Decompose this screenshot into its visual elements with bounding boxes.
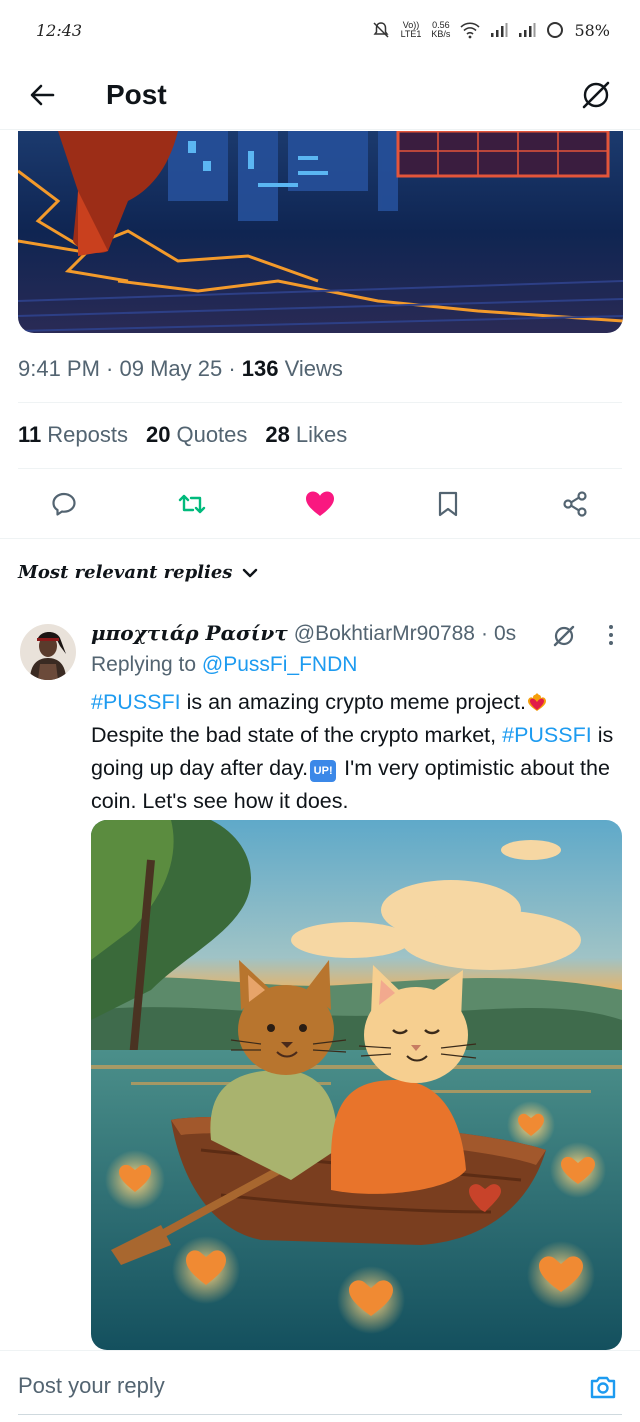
post-date: 09 May 25: [119, 356, 223, 381]
reply-text-part: is an amazing crypto meme project.: [180, 690, 526, 714]
reply-icon: [52, 492, 76, 516]
reply-text-part: Despite the bad state of the crypto mark…: [91, 723, 503, 747]
replying-prefix: Replying to: [91, 653, 197, 676]
composer-underline: [18, 1414, 622, 1415]
wifi-icon: [460, 22, 481, 39]
replying-to-link[interactable]: @PussFi_FNDN: [202, 653, 358, 676]
divider: [0, 538, 640, 539]
post-meta: 9:41 PM · 09 May 25 · 136 Views: [18, 356, 343, 381]
share-button[interactable]: [559, 488, 591, 520]
chevron-down-icon: [243, 568, 258, 577]
views-label: Views: [284, 356, 343, 381]
bookmark-icon: [438, 491, 458, 517]
quotes-label: Quotes: [176, 422, 248, 447]
reply-composer: [0, 1350, 640, 1422]
hashtag-link[interactable]: #PUSSFI: [91, 690, 181, 714]
repost-button[interactable]: [176, 488, 208, 520]
reply-time: 0s: [494, 622, 517, 645]
camera-icon[interactable]: [588, 1372, 618, 1402]
hashtag-link[interactable]: #PUSSFI: [502, 723, 592, 747]
lte-label: LTE1: [400, 29, 422, 39]
separator-dot: ·: [481, 622, 488, 645]
up-emoji-icon: UP!: [310, 760, 337, 782]
replies-sort-dropdown[interactable]: Most relevant replies: [18, 562, 258, 583]
quotes-stat[interactable]: 20 Quotes: [146, 422, 247, 448]
avatar-image: [20, 624, 76, 680]
share-icon: [563, 491, 587, 517]
quotes-count: 20: [145, 422, 171, 447]
post-stats: 11 Reposts 20 Quotes 28 Likes: [18, 422, 347, 448]
views-count: 136: [241, 356, 279, 381]
reposts-label: Reposts: [47, 422, 128, 447]
arrow-left-icon: [30, 84, 55, 105]
more-options-icon[interactable]: [604, 622, 618, 648]
city-lightning-illustration: [18, 131, 623, 333]
speed-unit: KB/s: [431, 29, 451, 39]
volte-indicator: Vo)) LTE1: [401, 21, 422, 39]
signal-icon: [491, 23, 508, 37]
top-app-bar: Post: [0, 60, 640, 130]
status-bar: 12:43 Vo)) LTE1 0.56 KB/s 58%: [0, 0, 640, 60]
repost-icon: [178, 494, 206, 514]
reply-author-handle[interactable]: @BokhtiarMr90788: [294, 622, 475, 646]
status-icons: Vo)) LTE1 0.56 KB/s 58%: [371, 20, 610, 40]
mute-bell-icon: [373, 22, 389, 38]
post-time: 9:41 PM: [18, 356, 100, 381]
reply-input[interactable]: [18, 1373, 518, 1399]
grok-icon[interactable]: [578, 77, 614, 113]
bookmark-button[interactable]: [432, 488, 464, 520]
battery-ring-icon: [547, 22, 564, 38]
avatar[interactable]: [20, 624, 76, 680]
net-speed: 0.56 KB/s: [431, 21, 450, 39]
battery-percent: 58%: [574, 20, 610, 40]
signal-icon: [519, 23, 536, 37]
reply-header: μποχτιάρ Ρασίντ @BokhtiarMr90788 · 0s: [91, 621, 516, 646]
reply-media-image[interactable]: [91, 820, 622, 1350]
page-title: Post: [106, 78, 167, 110]
reposts-stat[interactable]: 11 Reposts: [18, 422, 128, 448]
likes-count: 28: [265, 422, 290, 447]
replying-to: Replying to @PussFi_FNDN: [91, 653, 357, 677]
post-media-image[interactable]: [18, 131, 623, 333]
heart-filled-icon: [306, 491, 334, 516]
like-button[interactable]: [304, 488, 336, 520]
status-time: 12:43: [36, 20, 83, 40]
cats-boat-illustration: [91, 820, 622, 1350]
reply-text: #PUSSFI is an amazing crypto meme projec…: [91, 686, 621, 818]
heart-on-fire-emoji-icon: [527, 693, 546, 711]
reply-button[interactable]: [48, 488, 80, 520]
grok-icon[interactable]: [550, 622, 578, 650]
likes-stat[interactable]: 28 Likes: [265, 422, 347, 448]
sort-label: Most relevant replies: [18, 562, 233, 583]
reply-author-name[interactable]: μποχτιάρ Ρασίντ: [91, 621, 288, 645]
back-button[interactable]: [22, 75, 62, 115]
post-actions: [0, 482, 640, 526]
divider: [18, 468, 622, 469]
reposts-count: 11: [18, 422, 42, 447]
likes-label: Likes: [295, 422, 348, 447]
divider: [18, 402, 622, 403]
